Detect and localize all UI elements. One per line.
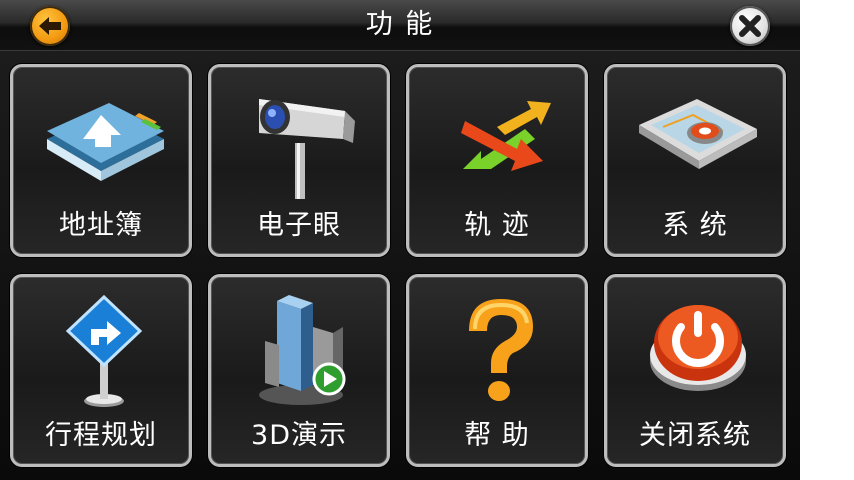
tile-label: 系 统	[662, 210, 728, 241]
tile-label: 关闭系统	[639, 420, 751, 451]
page-title: 功 能	[365, 9, 435, 40]
tile-help[interactable]: 帮 助	[406, 274, 588, 467]
track-arrows-icon	[461, 101, 551, 171]
tile-address-book[interactable]: 地址簿	[10, 64, 192, 257]
system-settings-icon	[639, 99, 757, 169]
back-arrow-icon	[39, 17, 61, 35]
navigation-screen: 功 能 地址簿 电子眼 轨 迹 系 统 行程规划 3D演示 帮 助 关闭系统	[0, 0, 800, 480]
tile-label: 3D演示	[251, 420, 347, 451]
tile-label: 行程规划	[45, 420, 157, 451]
tile-label: 电子眼	[257, 210, 341, 241]
route-sign-icon	[65, 294, 143, 407]
tile-track[interactable]: 轨 迹	[406, 64, 588, 257]
title-bar: 功 能	[0, 0, 800, 51]
address-book-icon	[47, 103, 164, 181]
tile-3d-demo[interactable]: 3D演示	[208, 274, 390, 467]
help-icon	[469, 299, 533, 401]
back-button[interactable]	[30, 6, 70, 46]
tile-label: 帮 助	[464, 420, 530, 451]
close-icon	[739, 15, 761, 37]
3d-demo-icon	[259, 295, 346, 405]
tile-speed-camera[interactable]: 电子眼	[208, 64, 390, 257]
camera-icon	[259, 99, 355, 199]
tile-shutdown[interactable]: 关闭系统	[604, 274, 786, 467]
tile-route-planning[interactable]: 行程规划	[10, 274, 192, 467]
tile-label: 轨 迹	[464, 210, 530, 241]
tile-label: 地址簿	[59, 210, 143, 241]
close-button[interactable]	[730, 6, 770, 46]
tile-system[interactable]: 系 统	[604, 64, 786, 257]
power-icon	[650, 305, 746, 391]
